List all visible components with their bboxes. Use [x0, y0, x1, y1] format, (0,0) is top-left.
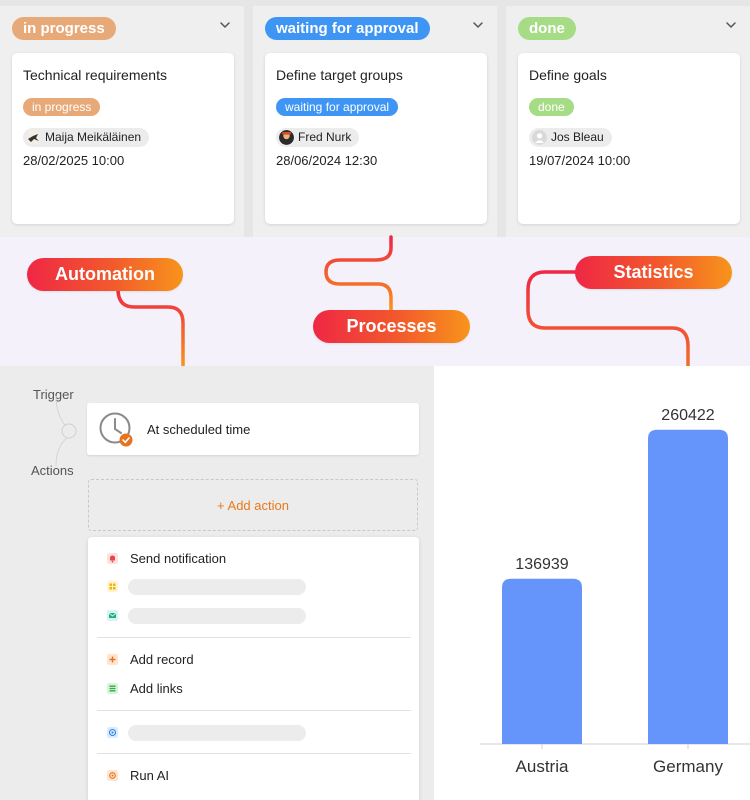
menu-item-placeholder[interactable] — [88, 604, 419, 628]
assignee-chip[interactable]: Maija Meikäläinen — [23, 128, 150, 147]
clock-icon — [99, 412, 133, 447]
column-status-pill: in progress — [12, 17, 116, 40]
menu-item-placeholder[interactable] — [88, 721, 419, 745]
menu-item-label: Add record — [130, 652, 194, 667]
placeholder-bar — [128, 725, 306, 741]
statistics-label: Statistics — [575, 256, 732, 289]
bar-germany[interactable] — [648, 429, 728, 744]
menu-divider — [97, 637, 411, 638]
trigger-card[interactable]: At scheduled time — [87, 403, 419, 455]
bell-icon — [107, 553, 118, 564]
card-date: 28/06/2024 12:30 — [276, 153, 378, 168]
automation-connector — [116, 287, 185, 368]
card-date: 28/02/2025 10:00 — [23, 153, 125, 168]
data-label: 136939 — [515, 556, 568, 573]
column-status-pill: done — [518, 17, 576, 40]
column-header[interactable]: done — [506, 17, 750, 41]
task-card[interactable]: Define target groups waiting for approva… — [265, 53, 487, 224]
menu-item-run-ai[interactable]: Run AI — [88, 764, 419, 788]
card-title: Technical requirements — [23, 67, 167, 83]
card-date: 19/07/2024 10:00 — [529, 153, 631, 168]
bar-austria[interactable] — [502, 578, 582, 744]
task-card[interactable]: Define goals done Jos Bleau 19/07/2024 1… — [518, 53, 740, 224]
automation-panel: Trigger Actions At scheduled time + Add … — [0, 366, 434, 800]
plus-icon — [107, 654, 118, 665]
chevron-down-icon[interactable] — [471, 18, 485, 32]
assignee-name: Jos Bleau — [551, 130, 604, 144]
add-action-button[interactable]: + Add action — [88, 479, 418, 531]
status-badge: done — [529, 98, 574, 116]
status-badge: in progress — [23, 98, 101, 116]
statistics-panel: 136939 Austria 260422 Germany — [434, 366, 750, 800]
data-label: 260422 — [661, 407, 714, 424]
column-header[interactable]: waiting for approval — [253, 17, 497, 41]
menu-item-label: Run AI — [130, 768, 170, 783]
card-title: Define goals — [529, 67, 607, 83]
status-badge: waiting for approval — [276, 98, 399, 116]
automation-label: Automation — [27, 258, 183, 291]
avatar — [26, 130, 41, 145]
chevron-down-icon[interactable] — [724, 18, 738, 32]
placeholder-bar — [128, 579, 306, 595]
assignee-chip[interactable]: Jos Bleau — [529, 128, 612, 147]
menu-item-placeholder[interactable] — [88, 575, 419, 599]
grid-icon — [107, 581, 118, 592]
placeholder-bar — [128, 608, 306, 624]
x-tick-label: Austria — [516, 757, 569, 776]
bar-chart: 136939 Austria 260422 Germany — [480, 407, 750, 776]
chevron-down-icon[interactable] — [218, 18, 232, 32]
menu-divider — [97, 710, 411, 711]
card-title: Define target groups — [276, 67, 403, 83]
user-icon — [532, 130, 547, 145]
kanban-board: in progress Technical requirements in pr… — [0, 0, 750, 237]
action-menu: Send notification Add record Add links R… — [88, 537, 419, 800]
kanban-column-done: done Define goals done Jos Bleau 19/07/2… — [506, 6, 750, 237]
assignee-chip[interactable]: Fred Nurk — [276, 128, 360, 147]
menu-divider — [97, 753, 411, 754]
processes-label: Processes — [313, 310, 470, 343]
avatar — [279, 130, 294, 145]
menu-item-add-record[interactable]: Add record — [88, 648, 419, 672]
x-tick-label: Germany — [653, 757, 723, 776]
assignee-name: Maija Meikäläinen — [45, 130, 142, 144]
processes-connector — [324, 235, 393, 312]
timeline-connector — [55, 396, 77, 466]
add-action-label: + Add action — [217, 498, 289, 513]
kanban-column-waiting-for-approval: waiting for approval Define target group… — [253, 6, 497, 237]
kanban-column-in-progress: in progress Technical requirements in pr… — [0, 6, 244, 237]
menu-item-send-notification[interactable]: Send notification — [88, 547, 419, 571]
list-icon — [107, 683, 118, 694]
assignee-name: Fred Nurk — [298, 130, 352, 144]
task-card[interactable]: Technical requirements in progress Maija… — [12, 53, 234, 224]
play-icon — [107, 727, 118, 738]
mail-icon — [107, 610, 118, 621]
trigger-text: At scheduled time — [147, 422, 251, 437]
menu-item-label: Send notification — [130, 551, 227, 566]
ai-icon — [107, 770, 118, 781]
menu-item-add-links[interactable]: Add links — [88, 677, 419, 701]
column-header[interactable]: in progress — [0, 17, 244, 41]
menu-item-label: Add links — [130, 681, 183, 696]
column-status-pill: waiting for approval — [265, 17, 430, 40]
